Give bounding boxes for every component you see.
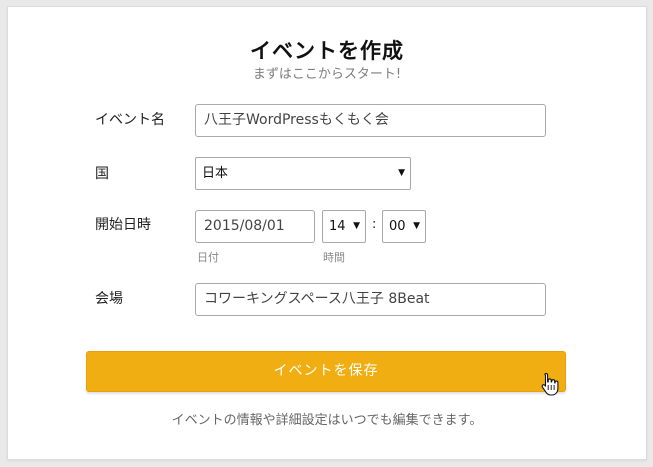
start-datetime-label: 開始日時: [95, 217, 151, 233]
minute-select-value: 00: [389, 219, 406, 234]
country-label: 国: [95, 166, 109, 182]
chevron-down-icon: ▼: [353, 221, 360, 231]
save-event-button[interactable]: イベントを保存: [86, 351, 566, 392]
hand-pointer-icon: [541, 372, 559, 396]
minute-select[interactable]: 00 ▼: [382, 210, 426, 243]
event-name-label: イベント名: [95, 112, 165, 128]
hour-select-value: 14: [329, 219, 346, 234]
chevron-down-icon: ▼: [413, 221, 420, 231]
time-hint: 時間: [323, 251, 345, 264]
venue-input[interactable]: コワーキングスペース八王子 8Beat: [195, 283, 546, 316]
time-separator: :: [372, 217, 377, 232]
chevron-down-icon: ▼: [398, 168, 405, 178]
date-input[interactable]: 2015/08/01: [195, 210, 315, 243]
page-subtitle: まずはここからスタート!: [252, 67, 402, 82]
page-title: イベントを作成: [250, 39, 404, 63]
date-hint: 日付: [197, 251, 219, 264]
country-select-value: 日本: [202, 166, 229, 181]
country-select[interactable]: 日本 ▼: [195, 157, 411, 190]
hour-select[interactable]: 14 ▼: [322, 210, 366, 243]
venue-label: 会場: [95, 291, 123, 307]
edit-later-note: イベントの情報や詳細設定はいつでも編集できます。: [171, 413, 483, 428]
event-name-input[interactable]: 八王子WordPressもくもく会: [195, 104, 546, 137]
